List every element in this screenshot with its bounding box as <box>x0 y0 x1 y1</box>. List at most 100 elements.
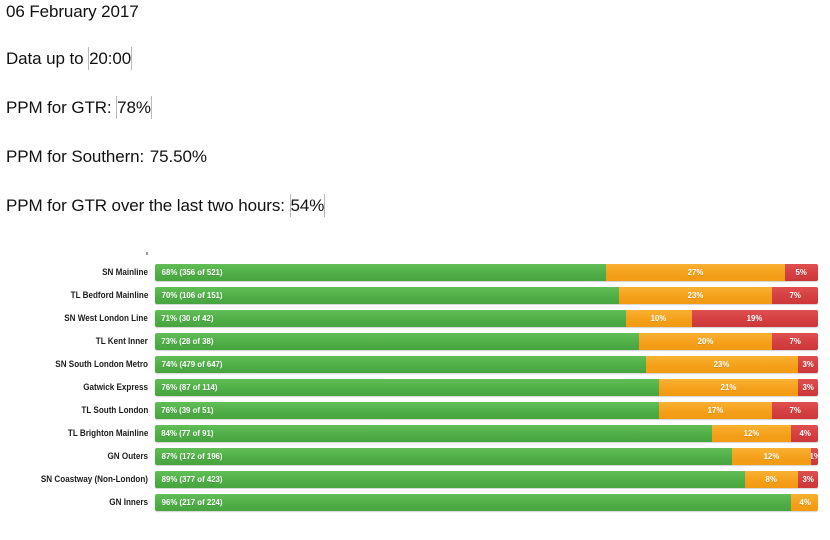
segment-on-time: 87% (172 of 196) <box>155 448 732 465</box>
segment-late: 12% <box>731 448 812 465</box>
segment-very-late: 19% <box>692 310 818 327</box>
ppm-gtr-two-hours-label: PPM for GTR over the last two hours: <box>6 196 290 215</box>
ppm-gtr-value[interactable]: 78% <box>116 98 152 117</box>
segment-late-label: 23% <box>714 359 730 369</box>
chart-row: SN Mainline 68% (356 of 521) 27% 5% <box>0 264 830 281</box>
chart-row-label: SN Mainline <box>102 267 148 277</box>
segment-on-time-label: 87% (172 of 196) <box>161 451 223 461</box>
segment-late: 8% <box>745 471 799 488</box>
ppm-southern-label: PPM for Southern: <box>6 147 149 166</box>
segment-late: 23% <box>645 356 799 373</box>
chart-row-bar: 70% (106 of 151) 23% 7% <box>155 287 818 304</box>
segment-very-late: 3% <box>798 471 818 488</box>
segment-late: 12% <box>711 425 792 442</box>
segment-late-label: 21% <box>720 382 737 392</box>
ppm-gtr-label: PPM for GTR: <box>6 98 117 117</box>
chart-row-label: SN West London Line <box>64 313 148 323</box>
summary-panel: 06 February 2017 Data up to 20:00 PPM fo… <box>6 2 706 245</box>
chart-row-label: GN Outers <box>107 451 148 461</box>
chart-row-label: GN Inners <box>109 497 148 507</box>
chart-row-bar: 87% (172 of 196) 12% 1% <box>155 448 818 465</box>
segment-very-late-label: 3% <box>802 359 814 369</box>
chart-row: TL Brighton Mainline 84% (77 of 91) 12% 4% <box>0 425 830 442</box>
report-date: 06 February 2017 <box>6 2 139 21</box>
segment-on-time: 84% (77 of 91) <box>155 425 712 442</box>
chart-row: Gatwick Express 76% (87 of 114) 21% 3% <box>0 379 830 396</box>
segment-on-time-label: 68% (356 of 521) <box>161 267 223 277</box>
chart-row: GN Outers 87% (172 of 196) 12% 1% <box>0 448 830 465</box>
segment-late-label: 10% <box>651 313 667 323</box>
chart-row-bar: 74% (479 of 647) 23% 3% <box>155 356 818 373</box>
chart-row: SN South London Metro 74% (479 of 647) 23%… <box>0 356 830 373</box>
segment-very-late: 7% <box>771 333 818 350</box>
chart-row-bar: 71% (30 of 42) 10% 19% <box>155 310 818 327</box>
segment-late: 20% <box>638 333 772 350</box>
segment-late: 10% <box>625 310 693 327</box>
chart-row-bar: 76% (87 of 114) 21% 3% <box>155 379 818 396</box>
segment-on-time-label: 96% (217 of 224) <box>161 497 223 507</box>
segment-late-label: 27% <box>687 267 704 277</box>
data-up-to-line: Data up to 20:00 <box>6 49 706 68</box>
image-artifact-speck <box>146 252 148 255</box>
segment-late: 4% <box>791 494 818 511</box>
chart-row-label: SN South London Metro <box>55 359 148 369</box>
segment-very-late-label: 5% <box>795 267 808 277</box>
report-date-line: 06 February 2017 <box>6 2 706 21</box>
segment-late-label: 20% <box>697 336 714 346</box>
segment-on-time: 70% (106 of 151) <box>155 287 620 304</box>
segment-very-late: 5% <box>784 264 818 281</box>
segment-very-late: 1% <box>811 448 818 465</box>
data-up-to-label: Data up to <box>6 49 89 68</box>
segment-on-time-label: 70% (106 of 151) <box>161 290 223 300</box>
segment-late-label: 8% <box>765 474 778 484</box>
chart-row-bar: 84% (77 of 91) 12% 4% <box>155 425 818 442</box>
segment-very-late-label: 7% <box>789 405 801 415</box>
segment-on-time: 74% (479 of 647) <box>155 356 646 373</box>
data-up-to-value[interactable]: 20:00 <box>88 49 132 68</box>
segment-very-late: 7% <box>771 402 818 419</box>
ppm-route-breakdown-chart: SN Mainline 68% (356 of 521) 27% 5% TL Bedfo… <box>0 264 830 517</box>
segment-on-time-label: 71% (30 of 42) <box>161 313 214 323</box>
segment-late: 23% <box>619 287 772 304</box>
chart-row: TL South London 76% (39 of 51) 17% 7% <box>0 402 830 419</box>
ppm-southern-value: 75.50% <box>149 147 207 166</box>
chart-row-bar: 89% (377 of 423) 8% 3% <box>155 471 818 488</box>
chart-row: GN Inners 96% (217 of 224) 4% <box>0 494 830 511</box>
chart-row-label: SN Coastway (Non-London) <box>40 474 148 484</box>
segment-late-label: 4% <box>799 497 811 507</box>
ppm-gtr-line: PPM for GTR: 78% <box>6 98 706 117</box>
chart-row-bar: 96% (217 of 224) 4% <box>155 494 818 511</box>
segment-on-time: 89% (377 of 423) <box>155 471 746 488</box>
ppm-gtr-two-hours-line: PPM for GTR over the last two hours: 54% <box>6 196 706 215</box>
chart-row-bar: 68% (356 of 521) 27% 5% <box>155 264 818 281</box>
segment-on-time-label: 74% (479 of 647) <box>161 359 223 369</box>
chart-row: TL Bedford Mainline 70% (106 of 151) 23% 7% <box>0 287 830 304</box>
chart-row-bar: 73% (28 of 38) 20% 7% <box>155 333 818 350</box>
ppm-southern-line: PPM for Southern: 75.50% <box>6 147 706 166</box>
segment-late-label: 23% <box>687 290 704 300</box>
segment-on-time-label: 76% (87 of 114) <box>161 382 218 392</box>
segment-very-late-label: 3% <box>802 382 814 392</box>
segment-on-time: 71% (30 of 42) <box>155 310 626 327</box>
segment-late-label: 12% <box>763 451 780 461</box>
segment-late-label: 17% <box>707 405 724 415</box>
segment-very-late: 7% <box>771 287 818 304</box>
segment-on-time: 76% (39 of 51) <box>155 402 659 419</box>
segment-very-late: 3% <box>798 356 818 373</box>
chart-row: SN West London Line 71% (30 of 42) 10% 19% <box>0 310 830 327</box>
ppm-gtr-two-hours-value[interactable]: 54% <box>290 196 326 215</box>
segment-late: 17% <box>658 402 772 419</box>
segment-very-late: 3% <box>798 379 818 396</box>
chart-row-label: Gatwick Express <box>83 382 148 392</box>
segment-late: 21% <box>658 379 799 396</box>
segment-on-time: 68% (356 of 521) <box>155 264 606 281</box>
segment-late: 27% <box>605 264 785 281</box>
segment-very-late: 4% <box>791 425 818 442</box>
segment-on-time-label: 73% (28 of 38) <box>161 336 214 346</box>
chart-row-label: TL South London <box>81 405 148 415</box>
segment-on-time: 73% (28 of 38) <box>155 333 639 350</box>
chart-row-label: TL Brighton Mainline <box>67 428 148 438</box>
segment-very-late-label: 7% <box>789 290 801 300</box>
chart-row: TL Kent Inner 73% (28 of 38) 20% 7% <box>0 333 830 350</box>
segment-very-late-label: 19% <box>747 313 763 323</box>
